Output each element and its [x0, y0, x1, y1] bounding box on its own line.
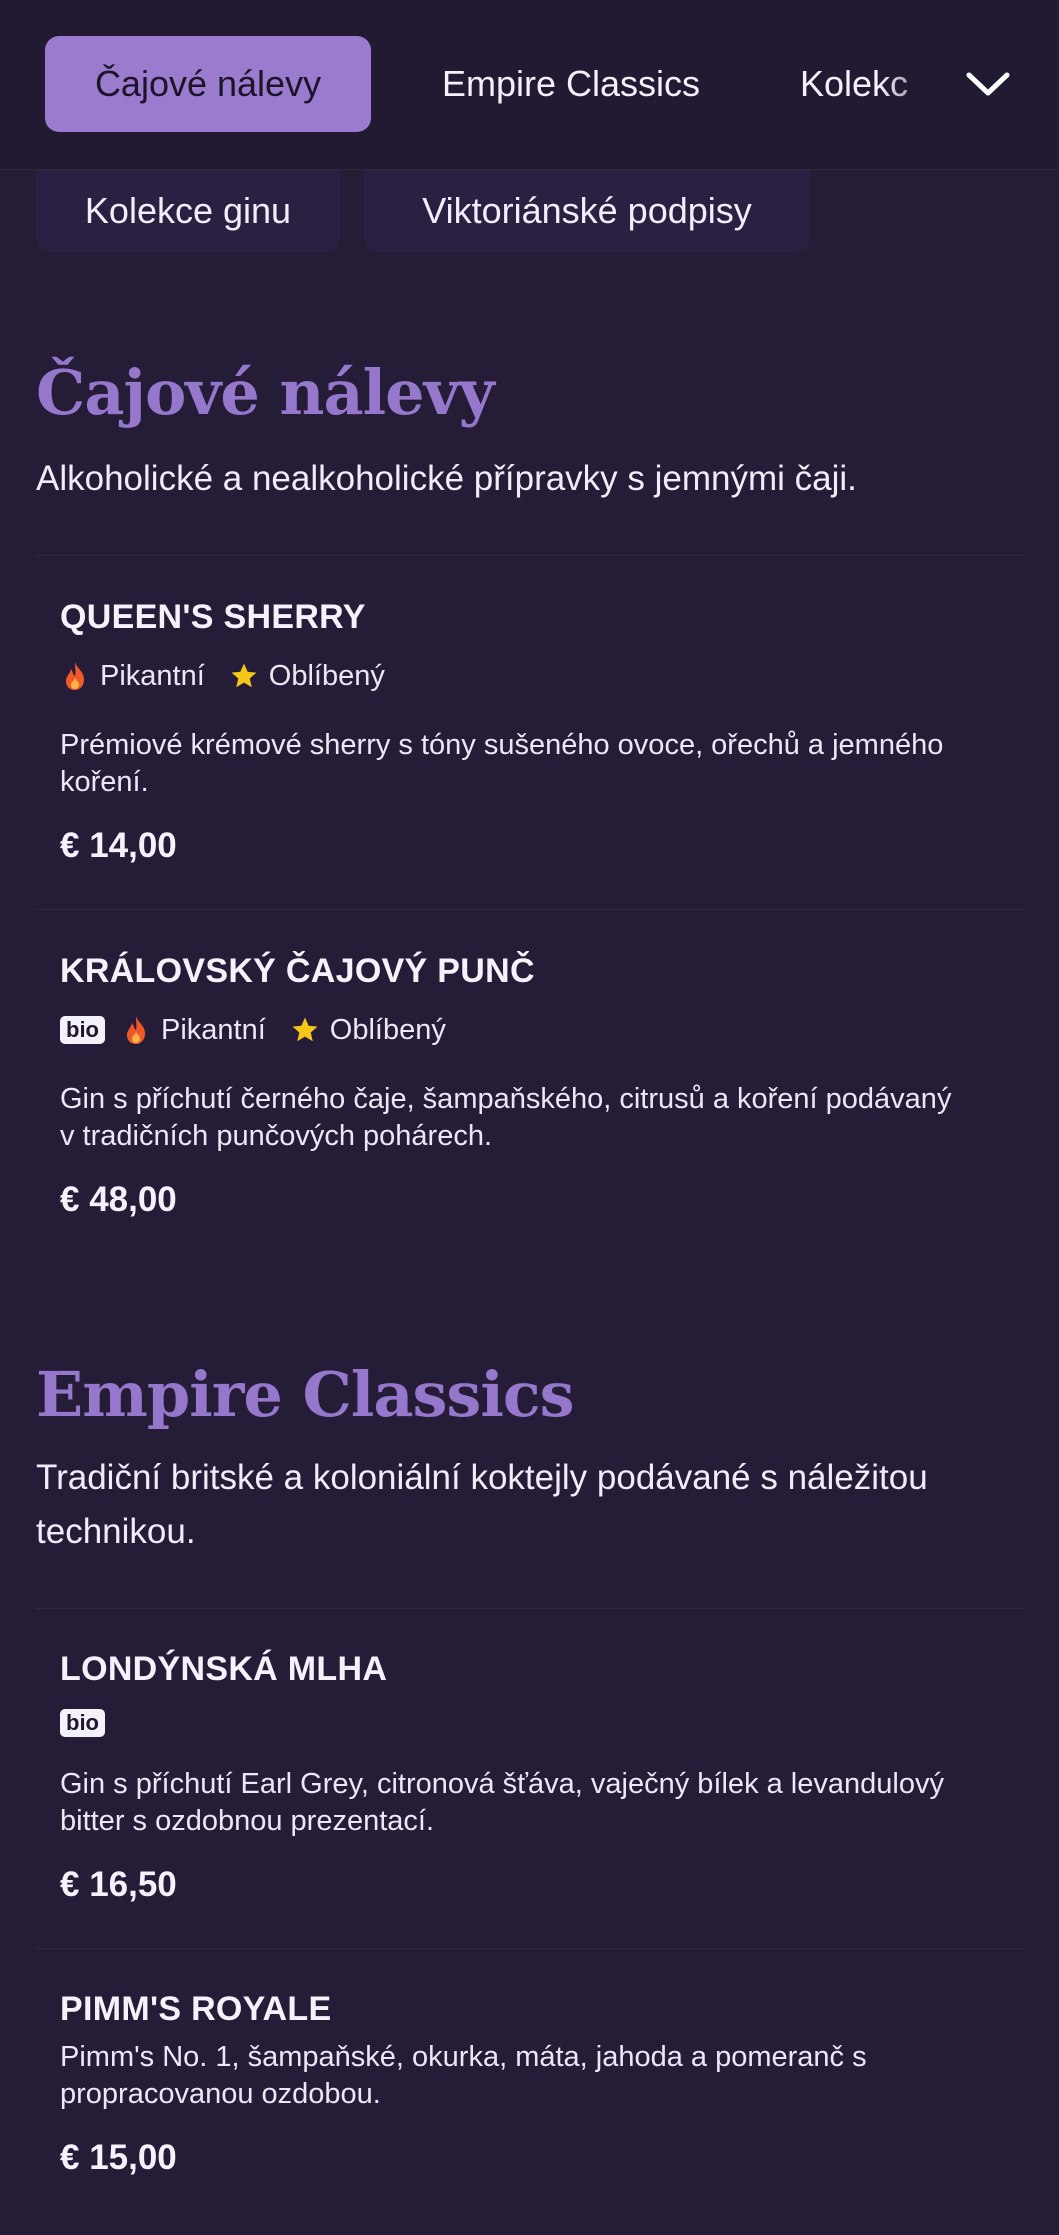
- section-title: Empire Classics: [36, 1358, 575, 1431]
- section-description: Alkoholické a nealkoholické přípravky s …: [36, 459, 857, 498]
- flame-icon: [60, 659, 90, 693]
- divider: [36, 555, 1024, 556]
- star-icon: [229, 659, 259, 693]
- tag-label: Oblíbený: [329, 1013, 446, 1046]
- category-pill-kolekce-ginu[interactable]: Kolekce ginu: [36, 170, 340, 252]
- menu-item-description: Prémiové krémové sherry s tóny sušeného …: [60, 729, 944, 798]
- section-title: Čajové nálevy: [36, 356, 495, 429]
- menu-item-name: LONDÝNSKÁ MLHA: [60, 1650, 388, 1688]
- divider: [36, 1948, 1024, 1949]
- menu-item-price: € 14,00: [60, 826, 177, 865]
- tag-label: Pikantní: [100, 659, 205, 692]
- flame-icon: [121, 1013, 151, 1047]
- menu-item-price: € 16,50: [60, 1865, 177, 1904]
- menu-item-description: Pimm's No. 1, šampaňské, okurka, máta, j…: [60, 2041, 867, 2110]
- category-nav: Čajové nálevy Empire Classics Kolekc: [0, 0, 1059, 170]
- tab-empire-classics[interactable]: Empire Classics: [408, 36, 734, 132]
- tag-label: Oblíbený: [268, 659, 385, 692]
- menu-page: Čajové nálevy Empire Classics Kolekc Kol…: [0, 0, 1059, 2235]
- bio-badge: bio: [60, 1709, 105, 1737]
- tag-label: Pikantní: [161, 1013, 266, 1046]
- menu-item-price: € 48,00: [60, 1180, 177, 1219]
- section-description: Tradiční britské a koloniální koktejly p…: [36, 1458, 928, 1551]
- item-tags: bio Pikantní Oblíbený: [60, 1010, 446, 1050]
- menu-item-name: QUEEN'S SHERRY: [60, 598, 366, 636]
- tab-cajove-nalevy[interactable]: Čajové nálevy: [45, 36, 371, 132]
- divider: [36, 1608, 1024, 1609]
- divider: [36, 909, 1024, 910]
- menu-item-price: € 15,00: [60, 2138, 177, 2177]
- chevron-down-icon[interactable]: [960, 56, 1016, 112]
- item-tags: bio: [60, 1703, 111, 1743]
- item-tags: Pikantní Oblíbený: [60, 656, 385, 696]
- menu-item-name: KRÁLOVSKÝ ČAJOVÝ PUNČ: [60, 952, 535, 990]
- menu-item-description: Gin s příchutí černého čaje, šampaňského…: [60, 1083, 952, 1152]
- bio-badge: bio: [60, 1016, 105, 1044]
- menu-item-description: Gin s příchutí Earl Grey, citronová šťáv…: [60, 1768, 944, 1837]
- star-icon: [290, 1013, 320, 1047]
- menu-item-name: PIMM'S ROYALE: [60, 1990, 332, 2028]
- category-pill-viktorianske-podpisy[interactable]: Viktoriánské podpisy: [364, 170, 810, 252]
